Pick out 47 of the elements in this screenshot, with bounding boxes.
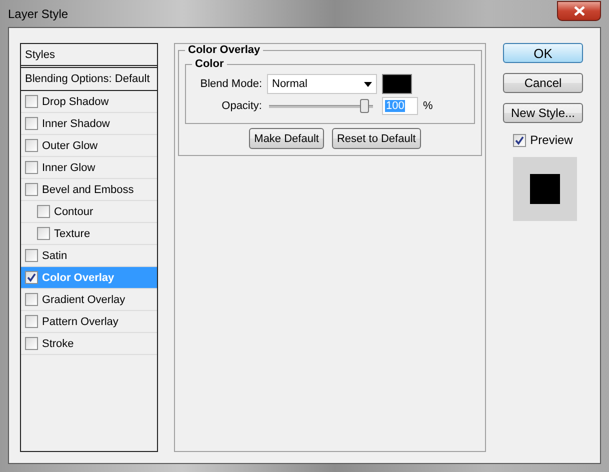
style-list-item[interactable]: Gradient Overlay [21, 289, 157, 311]
style-list-item[interactable]: Contour [21, 201, 157, 223]
checkbox[interactable] [37, 205, 50, 218]
slider-thumb[interactable] [360, 99, 370, 113]
style-list-item[interactable]: Texture [21, 223, 157, 245]
field-label: Blend Mode: [199, 78, 262, 90]
square-icon [530, 174, 560, 204]
style-list-item[interactable]: Inner Glow [21, 157, 157, 179]
close-icon [574, 6, 584, 16]
panel-button[interactable]: Reset to Default [332, 128, 421, 149]
window-title: Layer Style [8, 6, 68, 20]
checkbox[interactable] [25, 337, 38, 350]
blend-mode-dropdown[interactable]: Normal [267, 74, 377, 94]
style-list-item[interactable]: Bevel and Emboss [21, 179, 157, 201]
checkbox[interactable] [25, 183, 38, 196]
checkbox[interactable] [25, 293, 38, 306]
checkbox[interactable] [513, 134, 526, 146]
panel-button[interactable]: Make Default [249, 128, 324, 149]
style-list-item[interactable]: Outer Glow [21, 135, 157, 157]
checkbox[interactable] [25, 117, 38, 130]
caret-icon [364, 82, 372, 86]
checkbox[interactable] [25, 139, 38, 152]
checkbox[interactable] [37, 227, 50, 240]
dialog-button[interactable]: OK [503, 43, 583, 63]
list-header: Styles [21, 44, 157, 68]
unit-label: % [423, 100, 433, 112]
style-list-item[interactable]: Inner Shadow [21, 113, 157, 135]
checkmark-icon [515, 136, 524, 144]
field-label: Opacity: [220, 100, 262, 112]
group-title: Color Overlay [187, 44, 262, 56]
close-button[interactable] [557, 0, 601, 20]
checkmark-icon [27, 273, 36, 282]
style-list-item[interactable]: Stroke [21, 333, 157, 355]
group-title: Color [194, 58, 225, 70]
color-swatch[interactable] [382, 74, 412, 94]
checkbox[interactable] [25, 315, 38, 328]
checkbox-label: Preview [530, 133, 573, 147]
checkbox[interactable] [25, 161, 38, 174]
opacity-slider[interactable] [269, 99, 373, 113]
checkbox[interactable] [25, 95, 38, 108]
dialog-button[interactable]: New Style... [503, 103, 583, 123]
style-list-item[interactable]: Blending Options: Default [21, 68, 157, 91]
checkbox[interactable] [25, 271, 38, 284]
style-list-item[interactable]: Pattern Overlay [21, 311, 157, 333]
checkbox[interactable] [25, 249, 38, 262]
dialog-button[interactable]: Cancel [503, 73, 583, 93]
style-list-item[interactable]: Drop Shadow [21, 91, 157, 113]
